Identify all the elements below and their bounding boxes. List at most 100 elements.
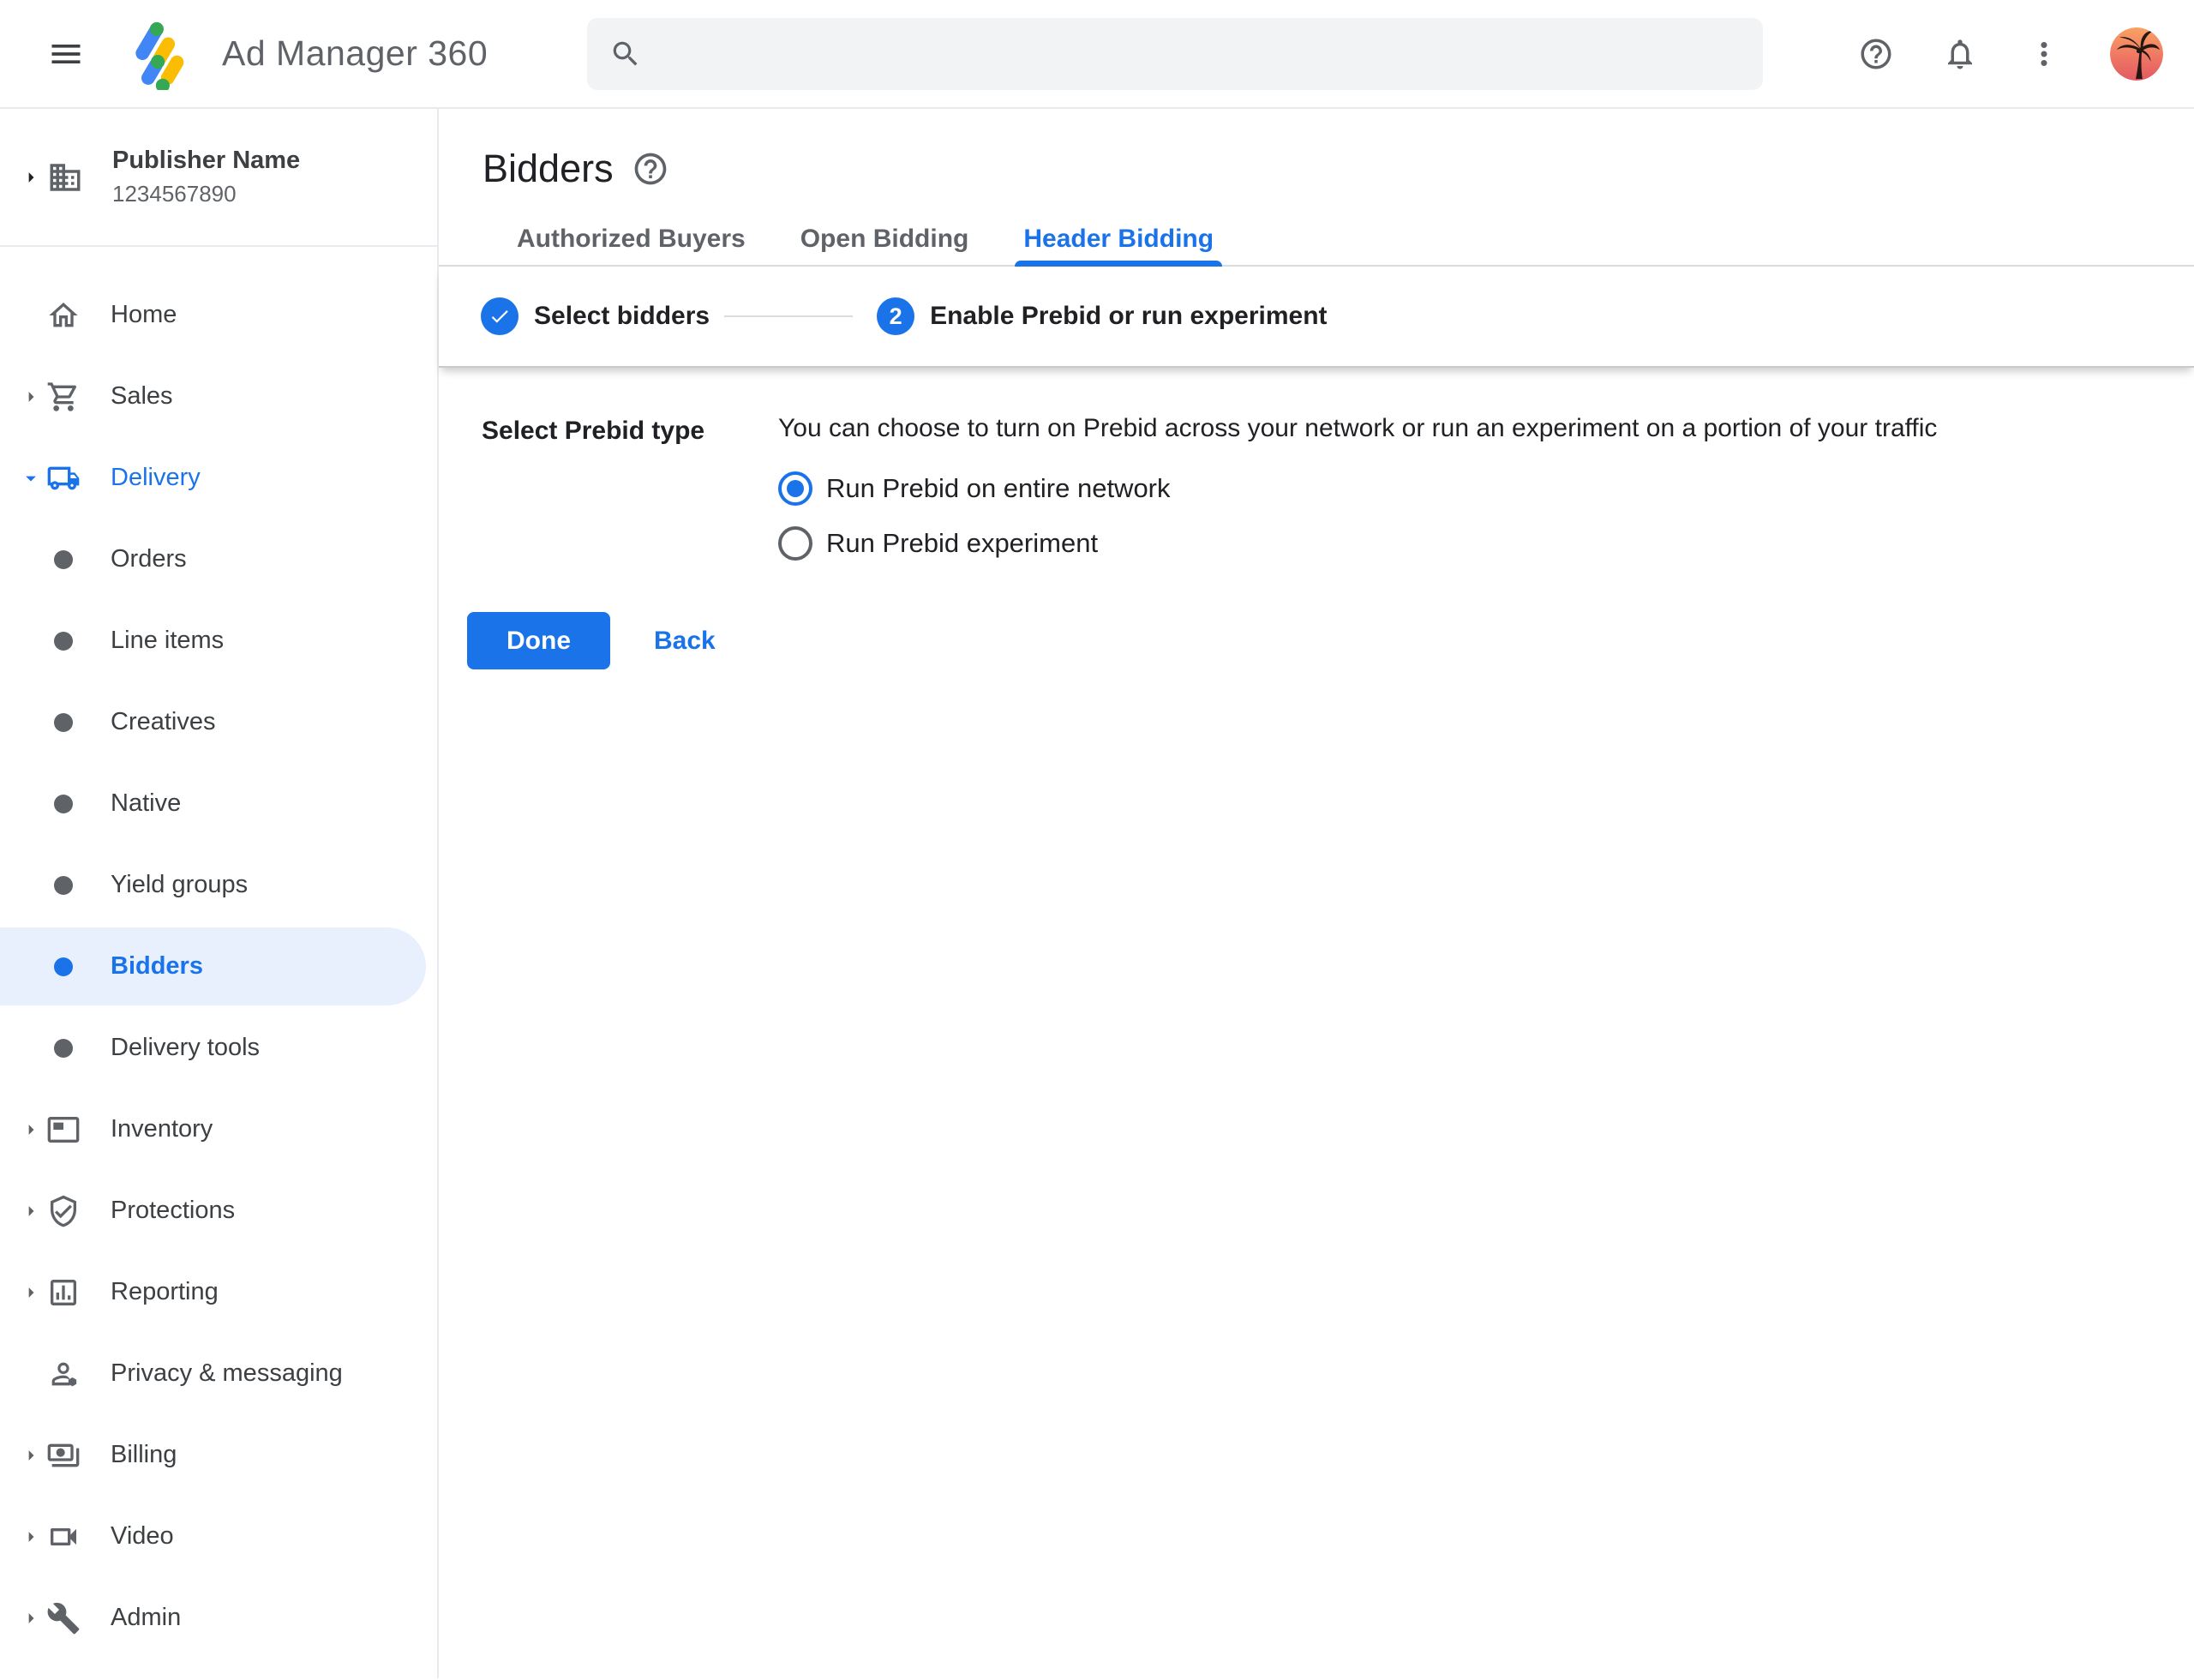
user-avatar[interactable] xyxy=(2110,27,2163,81)
wrench-icon xyxy=(45,1601,82,1635)
radio-label: Run Prebid experiment xyxy=(826,528,1098,559)
app-title: Ad Manager 360 xyxy=(222,33,488,74)
sidebar-item-sales[interactable]: Sales xyxy=(0,356,437,437)
sidebar-item-label: Reporting xyxy=(111,1278,219,1306)
menu-icon[interactable] xyxy=(47,35,85,73)
radio-option-experiment[interactable]: Run Prebid experiment xyxy=(778,526,2194,561)
help-icon[interactable] xyxy=(1858,36,1894,72)
sidebar-item-admin[interactable]: Admin xyxy=(0,1577,437,1659)
radio-selected-icon[interactable] xyxy=(778,471,812,506)
sidebar-nav: Home Sales Delivery xyxy=(0,247,437,1659)
home-icon xyxy=(45,298,82,333)
sidebar-item-creatives[interactable]: Creatives xyxy=(0,681,437,763)
expand-arrow-icon[interactable] xyxy=(19,1443,43,1468)
radio-option-entire-network[interactable]: Run Prebid on entire network xyxy=(778,471,2194,506)
step-label: Enable Prebid or run experiment xyxy=(930,302,1327,331)
sidebar-item-delivery[interactable]: Delivery xyxy=(0,437,437,519)
sidebar-item-label: Privacy & messaging xyxy=(111,1359,343,1388)
video-camera-icon xyxy=(45,1520,82,1554)
sidebar-item-privacy-messaging[interactable]: Privacy & messaging xyxy=(0,1333,437,1414)
expand-arrow-icon[interactable] xyxy=(19,1524,43,1550)
publisher-id: 1234567890 xyxy=(112,181,300,207)
sidebar-item-delivery-tools[interactable]: Delivery tools xyxy=(0,1007,437,1089)
sidebar-item-label: Protections xyxy=(111,1197,235,1225)
form-actions: Done Back xyxy=(467,612,2194,669)
sidebar-item-inventory[interactable]: Inventory xyxy=(0,1089,437,1170)
bullet-icon xyxy=(45,550,82,569)
sidebar-item-label: Bidders xyxy=(111,952,203,981)
step-connector xyxy=(724,315,853,317)
sidebar-item-home[interactable]: Home xyxy=(0,274,437,356)
tab-header-bidding[interactable]: Header Bidding xyxy=(996,213,1241,265)
expand-arrow-icon[interactable] xyxy=(19,1280,43,1305)
bullet-icon xyxy=(45,876,82,895)
sidebar-item-line-items[interactable]: Line items xyxy=(0,600,437,681)
sidebar-item-video[interactable]: Video xyxy=(0,1496,437,1577)
billing-icon xyxy=(45,1438,82,1473)
sidebar-item-label: Admin xyxy=(111,1604,181,1632)
tab-label: Open Bidding xyxy=(800,225,969,254)
publisher-selector[interactable]: Publisher Name 1234567890 xyxy=(0,109,437,247)
radio-label: Run Prebid on entire network xyxy=(826,473,1171,504)
radio-unselected-icon[interactable] xyxy=(778,526,812,561)
sidebar-item-label: Billing xyxy=(111,1441,177,1469)
sidebar-item-label: Yield groups xyxy=(111,871,248,899)
sidebar-item-billing[interactable]: Billing xyxy=(0,1414,437,1496)
help-icon[interactable] xyxy=(632,150,669,188)
building-icon xyxy=(46,159,84,195)
done-button[interactable]: Done xyxy=(467,612,610,669)
search-input[interactable] xyxy=(642,18,1763,90)
publisher-name: Publisher Name xyxy=(112,147,300,175)
expand-arrow-icon[interactable] xyxy=(19,1605,43,1631)
sidebar-item-orders[interactable]: Orders xyxy=(0,519,437,600)
prebid-type-form: Select Prebid type You can choose to tur… xyxy=(439,368,2194,669)
notifications-bell-icon[interactable] xyxy=(1942,36,1978,72)
expand-arrow-icon[interactable] xyxy=(19,163,43,192)
step-enable-prebid[interactable]: 2 Enable Prebid or run experiment xyxy=(877,297,1327,335)
expand-arrow-icon[interactable] xyxy=(19,1198,43,1224)
bullet-icon xyxy=(45,795,82,813)
bullet-icon xyxy=(45,632,82,651)
radio-group: Run Prebid on entire network Run Prebid … xyxy=(778,471,2194,561)
page-title: Bidders xyxy=(483,147,614,191)
tab-authorized-buyers[interactable]: Authorized Buyers xyxy=(489,213,773,265)
bullet-icon xyxy=(45,1039,82,1058)
stepper: Select bidders 2 Enable Prebid or run ex… xyxy=(439,267,2194,368)
sidebar-item-label: Home xyxy=(111,301,177,329)
bullet-icon xyxy=(45,957,82,976)
collapse-arrow-icon[interactable] xyxy=(19,465,43,491)
back-button[interactable]: Back xyxy=(654,627,716,656)
search-icon xyxy=(609,38,642,70)
expand-arrow-icon[interactable] xyxy=(19,1117,43,1143)
sidebar-item-bidders[interactable]: Bidders xyxy=(0,926,437,1007)
bullet-icon xyxy=(45,713,82,732)
form-section-label: Select Prebid type xyxy=(482,414,778,581)
truck-icon xyxy=(45,461,82,495)
sidebar-item-label: Delivery tools xyxy=(111,1034,260,1062)
shield-check-icon xyxy=(45,1194,82,1228)
sidebar-item-native[interactable]: Native xyxy=(0,763,437,844)
sidebar-item-label: Inventory xyxy=(111,1115,213,1143)
sidebar-item-reporting[interactable]: Reporting xyxy=(0,1251,437,1333)
step-label: Select bidders xyxy=(534,302,710,331)
tab-bar: Authorized Buyers Open Bidding Header Bi… xyxy=(439,213,2194,267)
cart-icon xyxy=(45,380,82,414)
bar-chart-icon xyxy=(45,1275,82,1310)
active-tab-underline xyxy=(1015,261,1222,267)
sidebar-item-label: Native xyxy=(111,789,181,818)
sidebar-item-yield-groups[interactable]: Yield groups xyxy=(0,844,437,926)
tab-label: Authorized Buyers xyxy=(517,225,746,254)
sidebar-item-label: Line items xyxy=(111,627,224,655)
tab-label: Header Bidding xyxy=(1023,225,1214,254)
person-badge-icon xyxy=(45,1357,82,1391)
expand-arrow-icon[interactable] xyxy=(19,384,43,410)
sidebar-item-protections[interactable]: Protections xyxy=(0,1170,437,1251)
kebab-menu-icon[interactable] xyxy=(2026,36,2062,72)
step-select-bidders[interactable]: Select bidders xyxy=(481,297,710,335)
tab-open-bidding[interactable]: Open Bidding xyxy=(773,213,997,265)
search-bar xyxy=(587,18,1763,90)
ad-manager-logo-icon xyxy=(126,18,198,90)
sidebar-item-label: Video xyxy=(111,1522,174,1551)
sidebar-item-label: Orders xyxy=(111,545,187,573)
sidebar-item-label: Creatives xyxy=(111,708,216,736)
